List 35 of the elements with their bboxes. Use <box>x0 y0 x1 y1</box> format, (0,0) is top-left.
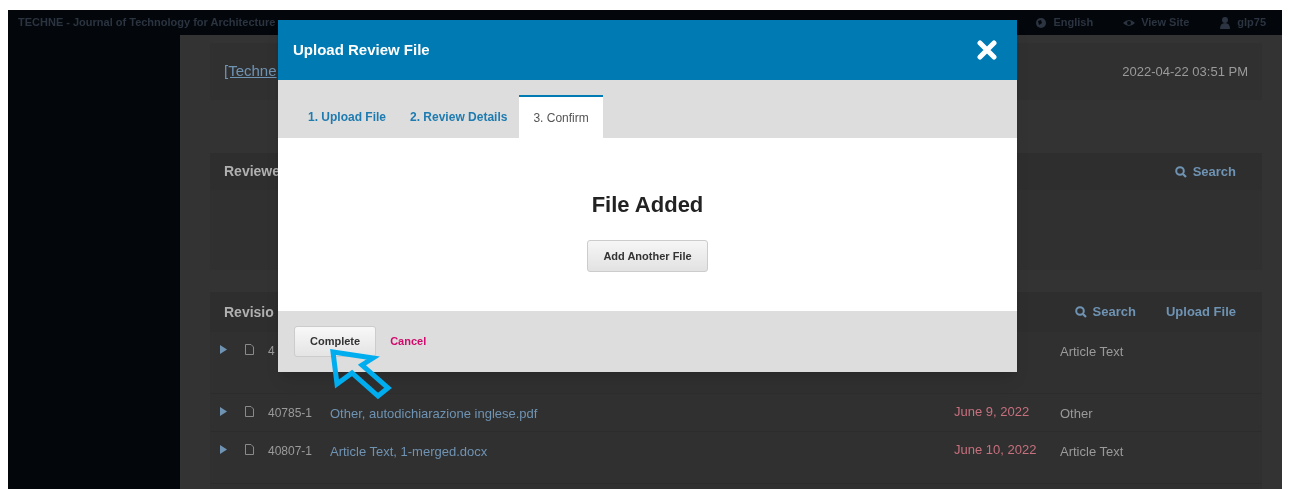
file-id: 40785-1 <box>268 405 314 422</box>
expand-icon[interactable] <box>220 445 227 454</box>
close-icon[interactable] <box>977 40 997 60</box>
file-id: 40807-1 <box>268 443 314 460</box>
date-text: 2022-04-22 03:51 PM <box>1122 62 1248 81</box>
file-type: Article Text <box>1060 343 1124 361</box>
expand-icon[interactable] <box>220 407 227 416</box>
file-icon <box>245 406 254 417</box>
file-date: June 10, 2022 <box>954 441 1038 459</box>
panel-title: Revisio <box>224 302 274 322</box>
tab[interactable]: 2. Review Details <box>398 95 520 138</box>
globe-icon <box>1035 16 1048 29</box>
tab[interactable]: 1. Upload File <box>296 95 398 138</box>
cancel-link[interactable]: Cancel <box>390 333 427 350</box>
file-type: Article Text <box>1060 443 1124 461</box>
expand-icon[interactable] <box>220 345 227 354</box>
search-link[interactable]: Search <box>1074 302 1136 322</box>
add-another-file-button[interactable]: Add Another File <box>587 240 708 272</box>
confirmation-heading: File Added <box>591 191 704 219</box>
file-icon <box>245 444 254 455</box>
user-icon <box>1219 16 1232 29</box>
search-icon <box>1174 165 1187 178</box>
search-icon <box>1074 306 1087 318</box>
complete-button[interactable]: Complete <box>294 326 377 357</box>
file-name-link[interactable]: Article Text, 1-merged.docx <box>330 442 954 462</box>
upload-file-link[interactable]: Upload File <box>1165 302 1236 322</box>
submission-link[interactable]: [Techne <box>224 60 277 83</box>
file-date: June 9, 2022 <box>954 403 1031 421</box>
file-type: Other <box>1060 405 1093 423</box>
tab[interactable]: 3. Confirm <box>519 95 603 138</box>
file-icon <box>245 344 254 355</box>
panel-title: Reviewe <box>224 162 281 181</box>
search-link[interactable]: Search <box>1174 161 1236 182</box>
file-name-link[interactable]: Other, autodichiarazione inglese.pdf <box>330 404 954 424</box>
modal-title: Upload Review File <box>293 39 430 60</box>
